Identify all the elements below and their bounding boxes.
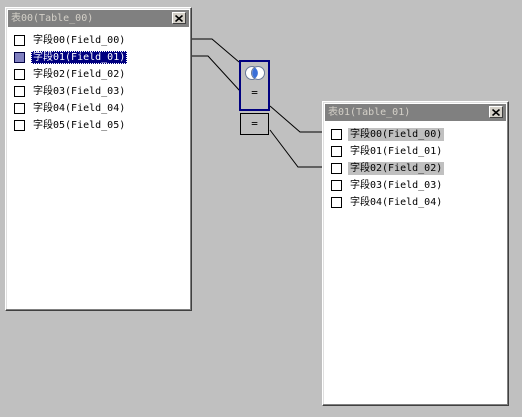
field-checkbox[interactable] [331, 163, 342, 174]
close-icon [492, 108, 500, 116]
table-window-table00[interactable]: 表00(Table_00) 字段00(Field_00) 字段01(Field_… [5, 7, 192, 311]
field-item[interactable]: 字段00(Field_00) [14, 32, 187, 49]
join-operator: = [251, 117, 258, 130]
close-icon [175, 14, 183, 22]
field-item[interactable]: 字段03(Field_03) [331, 177, 504, 194]
field-label: 字段01(Field_01) [350, 146, 443, 157]
field-checkbox[interactable] [14, 35, 25, 46]
field-item[interactable]: 字段05(Field_05) [14, 117, 187, 134]
field-label: 字段04(Field_04) [350, 197, 443, 208]
field-label: 字段00(Field_00) [348, 128, 445, 141]
field-label: 字段01(Field_01) [31, 51, 128, 64]
join-line-1-right [269, 105, 323, 133]
field-item[interactable]: 字段01(Field_01) [14, 49, 187, 66]
close-button[interactable] [172, 12, 186, 24]
join-line-2-left [191, 55, 241, 92]
table-window-titlebar[interactable]: 表01(Table_01) [325, 104, 506, 121]
table-window-title: 表00(Table_00) [11, 13, 94, 24]
table-window-table01[interactable]: 表01(Table_01) 字段00(Field_00) 字段01(Field_… [322, 101, 509, 406]
field-list[interactable]: 字段00(Field_00) 字段01(Field_01) 字段02(Field… [14, 32, 187, 134]
field-label: 字段02(Field_02) [33, 69, 126, 80]
join-line-1-left [191, 38, 240, 63]
field-checkbox[interactable] [331, 129, 342, 140]
close-button[interactable] [489, 106, 503, 118]
field-label: 字段03(Field_03) [350, 180, 443, 191]
field-checkbox[interactable] [14, 103, 25, 114]
field-item[interactable]: 字段01(Field_01) [331, 143, 504, 160]
table-window-title: 表01(Table_01) [328, 107, 411, 118]
field-item[interactable]: 字段04(Field_04) [331, 194, 504, 211]
field-item[interactable]: 字段02(Field_02) [331, 160, 504, 177]
field-label: 字段03(Field_03) [33, 86, 126, 97]
field-label: 字段04(Field_04) [33, 103, 126, 114]
join-box[interactable]: = [239, 60, 270, 111]
venn-inner-join-icon [244, 66, 265, 80]
field-checkbox[interactable] [331, 197, 342, 208]
field-checkbox[interactable] [331, 146, 342, 157]
field-label: 字段05(Field_05) [33, 120, 126, 131]
field-item[interactable]: 字段02(Field_02) [14, 66, 187, 83]
field-checkbox[interactable] [14, 120, 25, 131]
field-label: 字段02(Field_02) [348, 162, 445, 175]
field-checkbox[interactable] [14, 52, 25, 63]
field-checkbox[interactable] [331, 180, 342, 191]
field-checkbox[interactable] [14, 86, 25, 97]
field-item[interactable]: 字段04(Field_04) [14, 100, 187, 117]
join-line-2-right [269, 129, 323, 168]
query-designer-canvas[interactable]: 表00(Table_00) 字段00(Field_00) 字段01(Field_… [0, 0, 522, 417]
field-item[interactable]: 字段03(Field_03) [14, 83, 187, 100]
field-item[interactable]: 字段00(Field_00) [331, 126, 504, 143]
field-list[interactable]: 字段00(Field_00) 字段01(Field_01) 字段02(Field… [331, 126, 504, 211]
table-window-titlebar[interactable]: 表00(Table_00) [8, 10, 189, 27]
field-label: 字段00(Field_00) [33, 35, 126, 46]
join-operator: = [251, 86, 258, 99]
field-checkbox[interactable] [14, 69, 25, 80]
join-box[interactable]: = [240, 113, 269, 135]
